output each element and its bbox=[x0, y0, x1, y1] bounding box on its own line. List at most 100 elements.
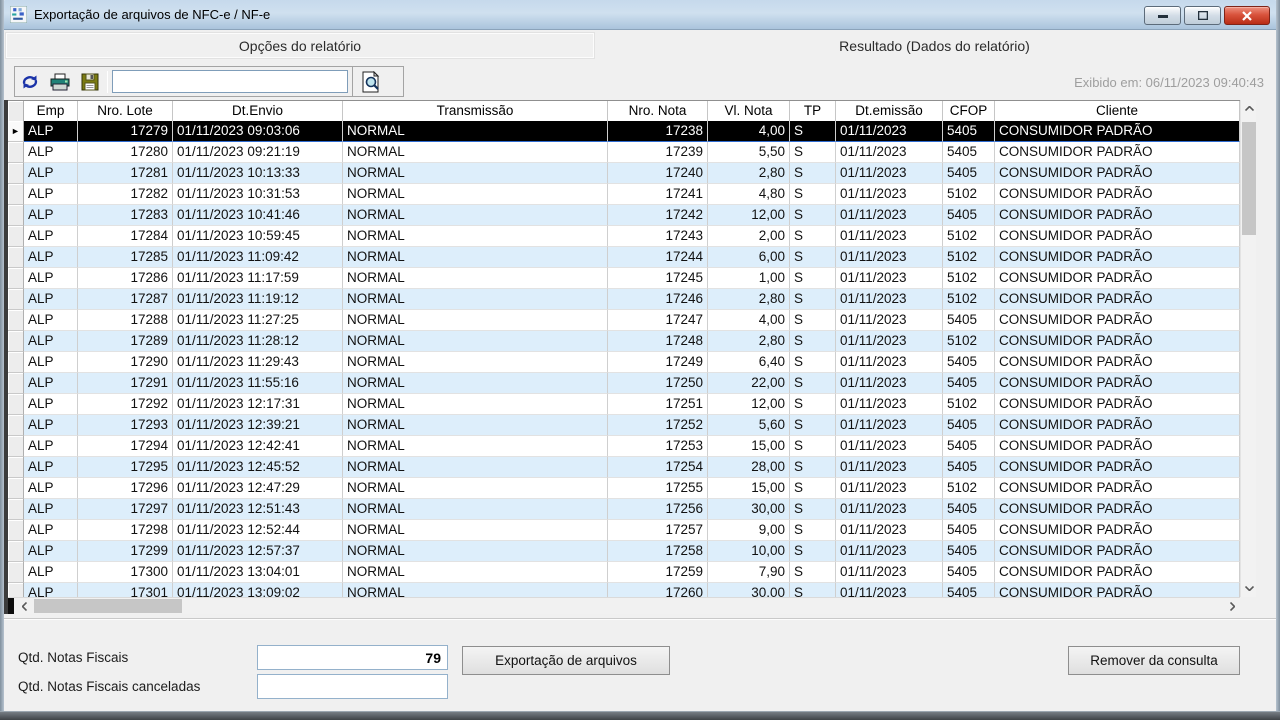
cell-nota: 17240 bbox=[608, 163, 708, 184]
table-row[interactable]: ALP1728001/11/2023 09:21:19NORMAL172395,… bbox=[8, 142, 1240, 163]
table-row[interactable]: ALP1728501/11/2023 11:09:42NORMAL172446,… bbox=[8, 247, 1240, 268]
row-indicator bbox=[8, 394, 24, 415]
cell-valor: 6,40 bbox=[708, 352, 790, 373]
title-bar[interactable]: Exportação de arquivos de NFC-e / NF-e bbox=[0, 0, 1280, 30]
table-row[interactable]: ALP1728101/11/2023 10:13:33NORMAL172402,… bbox=[8, 163, 1240, 184]
cell-tp: S bbox=[790, 310, 836, 331]
table-row[interactable]: ALP1728601/11/2023 11:17:59NORMAL172451,… bbox=[8, 268, 1240, 289]
table-row[interactable]: ALP1729401/11/2023 12:42:41NORMAL1725315… bbox=[8, 436, 1240, 457]
cell-cliente: CONSUMIDOR PADRÃO bbox=[995, 499, 1240, 520]
maximize-button[interactable] bbox=[1184, 6, 1221, 25]
table-row[interactable]: ALP1730001/11/2023 13:04:01NORMAL172597,… bbox=[8, 562, 1240, 583]
qtd-canceladas-field[interactable] bbox=[257, 674, 448, 699]
export-files-button[interactable]: Exportação de arquivos bbox=[462, 646, 670, 675]
table-row[interactable]: ALP1729001/11/2023 11:29:43NORMAL172496,… bbox=[8, 352, 1240, 373]
column-header-nota[interactable]: Nro. Nota bbox=[608, 101, 708, 122]
vertical-scrollbar[interactable] bbox=[1240, 100, 1256, 597]
preview-button[interactable] bbox=[352, 67, 388, 96]
table-row[interactable]: ALP1729601/11/2023 12:47:29NORMAL1725515… bbox=[8, 478, 1240, 499]
table-row[interactable]: ALP1728301/11/2023 10:41:46NORMAL1724212… bbox=[8, 205, 1240, 226]
cell-envio: 01/11/2023 10:31:53 bbox=[173, 184, 343, 205]
scroll-left-button[interactable] bbox=[16, 598, 32, 614]
cell-transmissao: NORMAL bbox=[343, 499, 608, 520]
close-icon bbox=[1242, 11, 1252, 21]
table-row[interactable]: ALP1729901/11/2023 12:57:37NORMAL1725810… bbox=[8, 541, 1240, 562]
table-row[interactable]: ALP1729101/11/2023 11:55:16NORMAL1725022… bbox=[8, 373, 1240, 394]
scroll-right-button[interactable] bbox=[1224, 598, 1240, 614]
horizontal-scrollbar[interactable] bbox=[8, 597, 1240, 614]
cell-cliente: CONSUMIDOR PADRÃO bbox=[995, 247, 1240, 268]
column-header-envio[interactable]: Dt.Envio bbox=[173, 101, 343, 122]
refresh-button[interactable] bbox=[15, 68, 45, 95]
close-button[interactable] bbox=[1224, 6, 1270, 25]
cell-cfop: 5102 bbox=[943, 478, 995, 499]
column-header-emissao[interactable]: Dt.emissão bbox=[836, 101, 943, 122]
cell-emp: ALP bbox=[24, 247, 78, 268]
cell-cfop: 5405 bbox=[943, 457, 995, 478]
cell-valor: 9,00 bbox=[708, 520, 790, 541]
cell-envio: 01/11/2023 13:04:01 bbox=[173, 562, 343, 583]
tab-label: Opções do relatório bbox=[239, 38, 361, 54]
table-row[interactable]: ALP1729301/11/2023 12:39:21NORMAL172525,… bbox=[8, 415, 1240, 436]
grid-body: ►ALP1727901/11/2023 09:03:06NORMAL172384… bbox=[8, 121, 1240, 597]
cell-cfop: 5405 bbox=[943, 310, 995, 331]
horizontal-scroll-thumb[interactable] bbox=[34, 599, 182, 613]
table-row[interactable]: ALP1729201/11/2023 12:17:31NORMAL1725112… bbox=[8, 394, 1240, 415]
row-indicator bbox=[8, 457, 24, 478]
table-row[interactable]: ALP1728701/11/2023 11:19:12NORMAL172462,… bbox=[8, 289, 1240, 310]
cell-emp: ALP bbox=[24, 499, 78, 520]
column-header-tp[interactable]: TP bbox=[790, 101, 836, 122]
table-row[interactable]: ALP1728401/11/2023 10:59:45NORMAL172432,… bbox=[8, 226, 1240, 247]
cell-cfop: 5102 bbox=[943, 394, 995, 415]
cell-emissao: 01/11/2023 bbox=[836, 310, 943, 331]
table-row[interactable]: ALP1728901/11/2023 11:28:12NORMAL172482,… bbox=[8, 331, 1240, 352]
cell-envio: 01/11/2023 12:57:37 bbox=[173, 541, 343, 562]
window-border-right bbox=[1276, 0, 1280, 720]
column-header-emp[interactable]: Emp bbox=[24, 101, 78, 122]
qtd-notas-label: Qtd. Notas Fiscais bbox=[18, 650, 128, 665]
cell-valor: 2,00 bbox=[708, 226, 790, 247]
print-button[interactable] bbox=[45, 68, 75, 95]
column-header-lote[interactable]: Nro. Lote bbox=[78, 101, 173, 122]
cell-valor: 28,00 bbox=[708, 457, 790, 478]
cell-emissao: 01/11/2023 bbox=[836, 268, 943, 289]
tab-opcoes-do-relatorio[interactable]: Opções do relatório bbox=[5, 32, 595, 59]
cell-nota: 17252 bbox=[608, 415, 708, 436]
vertical-scroll-thumb[interactable] bbox=[1242, 122, 1256, 235]
qtd-notas-field[interactable] bbox=[257, 645, 448, 670]
save-button[interactable] bbox=[75, 68, 105, 95]
cell-lote: 17282 bbox=[78, 184, 173, 205]
table-row[interactable]: ALP1728801/11/2023 11:27:25NORMAL172474,… bbox=[8, 310, 1240, 331]
column-header-transmissao[interactable]: Transmissão bbox=[343, 101, 608, 122]
cell-envio: 01/11/2023 10:41:46 bbox=[173, 205, 343, 226]
tab-resultado[interactable]: Resultado (Dados do relatório) bbox=[597, 32, 1272, 59]
cell-envio: 01/11/2023 12:39:21 bbox=[173, 415, 343, 436]
table-row[interactable]: ALP1730101/11/2023 13:09:02NORMAL1726030… bbox=[8, 583, 1240, 597]
table-row[interactable]: ALP1729701/11/2023 12:51:43NORMAL1725630… bbox=[8, 499, 1240, 520]
cell-envio: 01/11/2023 11:55:16 bbox=[173, 373, 343, 394]
column-header-cfop[interactable]: CFOP bbox=[943, 101, 995, 122]
cell-envio: 01/11/2023 09:21:19 bbox=[173, 142, 343, 163]
tab-strip: Opções do relatório Resultado (Dados do … bbox=[0, 30, 1280, 60]
filter-input[interactable] bbox=[112, 70, 348, 93]
cell-tp: S bbox=[790, 184, 836, 205]
table-row[interactable]: ►ALP1727901/11/2023 09:03:06NORMAL172384… bbox=[8, 121, 1240, 142]
table-row[interactable]: ALP1729801/11/2023 12:52:44NORMAL172579,… bbox=[8, 520, 1240, 541]
table-row[interactable]: ALP1728201/11/2023 10:31:53NORMAL172414,… bbox=[8, 184, 1240, 205]
table-row[interactable]: ALP1729501/11/2023 12:45:52NORMAL1725428… bbox=[8, 457, 1240, 478]
remove-from-query-button[interactable]: Remover da consulta bbox=[1068, 646, 1240, 675]
cell-envio: 01/11/2023 13:09:02 bbox=[173, 583, 343, 597]
cell-transmissao: NORMAL bbox=[343, 142, 608, 163]
column-header-cliente[interactable]: Cliente bbox=[995, 101, 1240, 122]
print-icon bbox=[50, 73, 70, 91]
cell-nota: 17257 bbox=[608, 520, 708, 541]
cell-tp: S bbox=[790, 226, 836, 247]
scroll-up-button[interactable] bbox=[1241, 100, 1257, 117]
data-grid: EmpNro. LoteDt.EnvioTransmissãoNro. Nota… bbox=[8, 100, 1256, 614]
scroll-down-button[interactable] bbox=[1241, 580, 1257, 597]
column-header-valor[interactable]: Vl. Nota bbox=[708, 101, 790, 122]
cell-transmissao: NORMAL bbox=[343, 520, 608, 541]
minimize-button[interactable] bbox=[1144, 6, 1181, 25]
row-indicator bbox=[8, 520, 24, 541]
cell-emp: ALP bbox=[24, 457, 78, 478]
